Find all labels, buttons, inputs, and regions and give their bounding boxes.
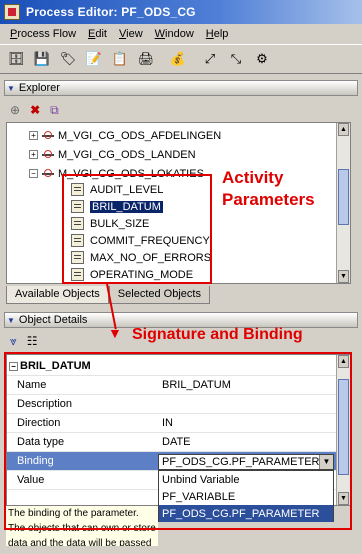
list-view-icon[interactable]: ☷ xyxy=(27,334,38,348)
deploy-icon[interactable]: 💰 xyxy=(168,49,188,69)
mapping-icon xyxy=(42,168,54,180)
annotation-activity: Activity xyxy=(222,168,284,187)
collapse-icon[interactable]: − xyxy=(29,169,38,178)
layout-icon[interactable]: ⤢ xyxy=(200,49,220,69)
app-icon xyxy=(4,4,20,20)
scrollbar-thumb[interactable] xyxy=(338,169,349,225)
menu-process-flow[interactable]: Process Flow xyxy=(4,28,82,40)
annotation-parameters: Parameters xyxy=(222,190,315,209)
filter-icon[interactable]: ⩔ xyxy=(10,334,17,349)
menu-edit[interactable]: Edit xyxy=(82,28,113,40)
annotation-signature-binding: Signature and Binding xyxy=(132,326,303,343)
validate-icon[interactable]: 📋 xyxy=(110,49,130,69)
zoom-icon[interactable]: ⚙ xyxy=(252,49,272,69)
scroll-down-icon[interactable]: ▼ xyxy=(338,270,349,283)
scroll-up-icon[interactable]: ▲ xyxy=(338,123,349,136)
title-bar: Process Editor: PF_ODS_CG xyxy=(0,0,362,24)
tree-scrollbar[interactable]: ▲ ▼ xyxy=(336,123,350,283)
tree-item-mapping[interactable]: + M_VGI_CG_ODS_LANDEN xyxy=(29,146,196,163)
window-title: Process Editor: PF_ODS_CG xyxy=(26,5,196,19)
menu-bar: Process Flow Edit View Window Help xyxy=(0,24,362,44)
main-toolbar: 🗄 💾 🏷 📝 📋 🖨 💰 ⤢ ⤡ ⚙ xyxy=(0,44,362,74)
delete-icon[interactable]: ✖ xyxy=(30,103,40,117)
expand-icon[interactable]: + xyxy=(29,131,38,140)
tree-item-mapping[interactable]: + M_VGI_CG_ODS_AFDELINGEN xyxy=(29,127,221,144)
object-details-toolbar: ⩔ ☷ xyxy=(10,332,48,350)
select-objects-icon[interactable]: ⧉ xyxy=(50,103,59,118)
add-icon[interactable]: ⊕ xyxy=(10,103,20,117)
expand-icon[interactable]: + xyxy=(29,150,38,159)
explorer-title: Explorer xyxy=(18,82,60,94)
menu-view[interactable]: View xyxy=(113,28,149,40)
collapse-icon[interactable]: ▼ xyxy=(7,316,15,325)
signature-binding-highlight-box xyxy=(4,352,352,530)
explorer-header[interactable]: ▼ Explorer xyxy=(4,80,358,96)
database-icon[interactable]: 🗄 xyxy=(6,49,26,69)
menu-help[interactable]: Help xyxy=(200,28,235,40)
annotation-arrowhead-icon: ▼ xyxy=(108,325,122,341)
save-icon[interactable]: 💾 xyxy=(32,49,52,69)
tag-icon[interactable]: 🏷 xyxy=(58,49,78,69)
mapping-icon xyxy=(42,130,54,142)
tab-selected-objects[interactable]: Selected Objects xyxy=(108,286,210,304)
properties-icon[interactable]: 📝 xyxy=(84,49,104,69)
mapping-icon xyxy=(42,149,54,161)
auto-layout-icon[interactable]: ⤡ xyxy=(226,49,246,69)
activity-parameters-highlight-box xyxy=(62,174,212,284)
collapse-icon[interactable]: ▼ xyxy=(7,84,15,93)
menu-window[interactable]: Window xyxy=(149,28,200,40)
print-icon[interactable]: 🖨 xyxy=(136,49,156,69)
object-details-title: Object Details xyxy=(18,314,88,326)
tab-available-objects[interactable]: Available Objects xyxy=(6,286,109,304)
explorer-toolbar: ⊕ ✖ ⧉ xyxy=(10,100,69,120)
